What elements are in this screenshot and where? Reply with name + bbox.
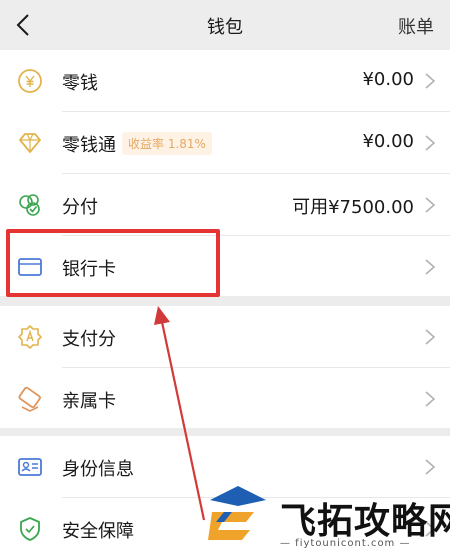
pay-score-icon <box>18 325 42 349</box>
row-label: 零钱通 <box>62 135 116 156</box>
bill-button[interactable]: 账单 <box>398 13 434 39</box>
family-card-icon <box>18 386 41 412</box>
row-value: 可用¥7500.00 <box>292 197 414 218</box>
row-identity[interactable]: 身份信息 <box>0 436 450 498</box>
wallet-screen: 钱包 账单 零钱 ¥0.00 零钱通 收益率 1.81% ¥0.00 分付 可用… <box>0 0 450 556</box>
chevron-right-icon <box>425 135 436 151</box>
row-label: 安全保障 <box>62 521 134 542</box>
row-label: 分付 <box>62 197 98 218</box>
wallet-section-funds: 零钱 ¥0.00 零钱通 收益率 1.81% ¥0.00 分付 可用¥7500.… <box>0 50 450 296</box>
row-value: ¥0.00 <box>362 131 414 152</box>
row-change-pass[interactable]: 零钱通 收益率 1.81% ¥0.00 <box>0 112 450 174</box>
chevron-right-icon <box>425 259 436 275</box>
row-change[interactable]: 零钱 ¥0.00 <box>0 50 450 112</box>
row-label: 零钱 <box>62 73 98 94</box>
row-label: 亲属卡 <box>62 391 116 412</box>
yield-rate-badge: 收益率 1.81% <box>122 132 212 155</box>
row-label: 身份信息 <box>62 459 134 480</box>
page-title: 钱包 <box>207 17 243 38</box>
shield-check-icon <box>20 517 40 541</box>
id-card-icon <box>18 458 42 476</box>
row-family-card[interactable]: 亲属卡 <box>0 368 450 430</box>
row-label: 银行卡 <box>62 259 116 280</box>
bank-card-icon <box>18 258 42 276</box>
row-value: ¥0.00 <box>362 69 414 90</box>
chevron-right-icon <box>425 197 436 213</box>
nav-bar: 钱包 账单 <box>0 0 450 50</box>
row-security[interactable]: 安全保障 <box>0 498 450 556</box>
chevron-right-icon <box>425 73 436 89</box>
chevron-right-icon <box>425 391 436 407</box>
row-fenfu[interactable]: 分付 可用¥7500.00 <box>0 174 450 236</box>
clover-check-icon <box>19 194 40 216</box>
chevron-right-icon <box>425 459 436 475</box>
yen-coin-icon <box>18 69 42 93</box>
chevron-right-icon <box>425 329 436 345</box>
wallet-section-services: 支付分 亲属卡 <box>0 306 450 428</box>
row-bank-card[interactable]: 银行卡 <box>0 236 450 298</box>
row-pay-score[interactable]: 支付分 <box>0 306 450 368</box>
chevron-right-icon <box>425 521 436 537</box>
wallet-section-security: 身份信息 安全保障 <box>0 436 450 556</box>
diamond-icon <box>19 133 41 153</box>
row-label: 支付分 <box>62 329 116 350</box>
